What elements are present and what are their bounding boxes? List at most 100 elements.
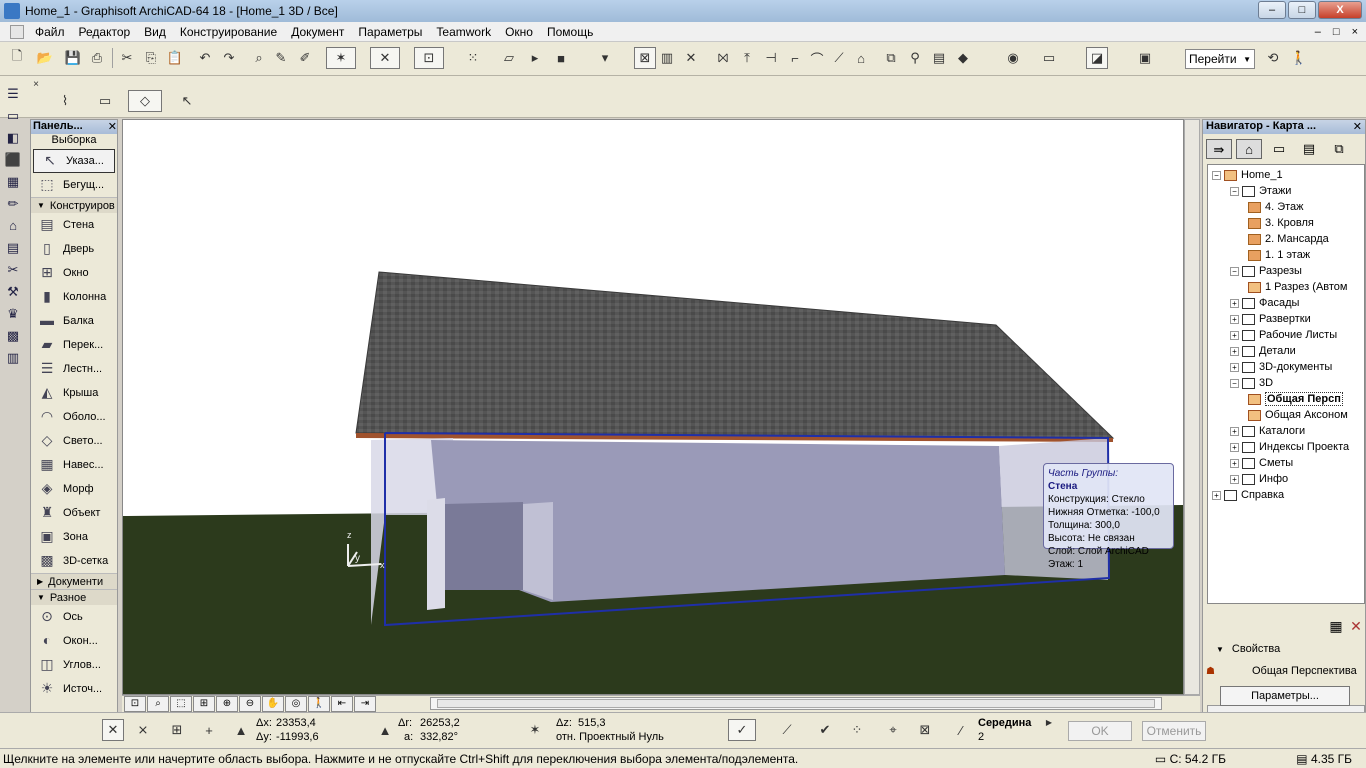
snap-magic-icon[interactable]: ✓ (728, 719, 756, 741)
cursor-snap-icon[interactable]: ⊠ (914, 719, 936, 741)
group-icon[interactable]: ⧉ (880, 47, 902, 69)
grid-display-icon[interactable]: ⁙ (462, 47, 484, 69)
close-palette-icon[interactable]: × (30, 78, 42, 90)
cancel-button[interactable]: Отменить (1142, 721, 1206, 741)
ok-button[interactable]: OK (1068, 721, 1132, 741)
maximize-button[interactable]: □ (1288, 1, 1316, 19)
menu-help[interactable]: Помощь (540, 25, 600, 39)
doc-close-button[interactable]: × (1352, 26, 1358, 38)
expand-toggle-icon[interactable]: + (1230, 330, 1239, 340)
wrench-icon[interactable]: ⚒ (3, 282, 23, 302)
fit-window-icon[interactable]: ⊡ (124, 696, 146, 712)
menu-window[interactable]: Окно (498, 25, 540, 39)
section-marker-icon[interactable]: ▸ (524, 47, 546, 69)
intersection-icon[interactable]: ⌖ (882, 719, 904, 741)
tree-node[interactable]: + Фасады (1230, 295, 1299, 311)
tool-grid-axis[interactable]: ⊙ Ось (31, 605, 117, 629)
snap-points-icon[interactable]: ⁘ (846, 719, 868, 741)
scroll-thumb[interactable] (437, 699, 1155, 708)
active-view-icon[interactable]: ⊠ (634, 47, 656, 69)
gravity-icon[interactable]: ✶ (326, 47, 356, 69)
expand-toggle-icon[interactable]: + (1230, 362, 1239, 372)
slab-display-icon[interactable]: ▱ (498, 47, 520, 69)
palette-icon[interactable]: ♛ (3, 304, 23, 324)
tree-node[interactable]: + Справка (1212, 487, 1284, 503)
rectangle-select-icon[interactable]: ▭ (94, 90, 116, 112)
expand-toggle-icon[interactable]: + (1230, 298, 1239, 308)
navigator-close-icon[interactable]: ✕ (1353, 120, 1362, 134)
expand-toggle-icon[interactable]: + (1230, 426, 1239, 436)
tree-node[interactable]: − Home_1 (1212, 167, 1283, 183)
layout-icon[interactable]: ▭ (1038, 47, 1060, 69)
tree-node[interactable]: 2. Мансарда (1248, 231, 1329, 247)
tree-node[interactable]: + Каталоги (1230, 423, 1305, 439)
tool-morph[interactable]: ◈ Морф (31, 477, 117, 501)
intersect-icon[interactable]: ⊣ (760, 47, 782, 69)
tree-node[interactable]: − 3D (1230, 375, 1273, 391)
tool-window[interactable]: ⊞ Окно (31, 261, 117, 285)
render-icon[interactable]: ◆ (952, 47, 974, 69)
new-file-icon[interactable]: 🗋 (6, 47, 28, 69)
tool-slab[interactable]: ▰ Перек... (31, 333, 117, 357)
tool-door[interactable]: ▯ Дверь (31, 237, 117, 261)
tools-icon[interactable]: ✂ (3, 260, 23, 280)
polygon-select-icon[interactable]: ⌇ (54, 90, 76, 112)
fillet-icon[interactable]: ⌐ (784, 47, 806, 69)
dr-value[interactable]: 26253,2 (420, 717, 460, 729)
next-zoom-icon[interactable]: ⇥ (354, 696, 376, 712)
reference-level[interactable]: отн. Проектный Нуль (556, 731, 664, 743)
project-tree[interactable]: − Home_1− Этажи 4. Этаж 3. Кровля 2. Мансарда… (1207, 164, 1365, 604)
3d-viewport[interactable]: z y x (122, 119, 1184, 695)
stamp-icon[interactable]: ▤ (3, 238, 23, 258)
redo-icon[interactable]: ↷ (218, 47, 240, 69)
cross-icon[interactable]: ✕ (680, 47, 702, 69)
relative-construction-icon[interactable]: ⨯ (132, 719, 154, 741)
tree-node[interactable]: − Разрезы (1230, 263, 1302, 279)
tree-node[interactable]: 4. Этаж (1248, 199, 1304, 215)
menu-options[interactable]: Параметры (351, 25, 429, 39)
expand-toggle-icon[interactable]: + (1230, 474, 1239, 484)
snap-divisions[interactable]: 2 (978, 731, 984, 743)
teamwork-status-icon[interactable]: ◉ (1002, 47, 1024, 69)
cube-icon[interactable]: ⬛ (3, 150, 23, 170)
paste-icon[interactable]: 📋 (164, 47, 186, 69)
zoom-region-icon[interactable]: ⬚ (170, 696, 192, 712)
arrow-select-icon[interactable]: ↖ (176, 90, 198, 112)
layout-book-icon[interactable]: ▤ (1296, 139, 1322, 159)
tree-node[interactable]: 3. Кровля (1248, 215, 1314, 231)
pen-icon[interactable]: ▾ (594, 47, 616, 69)
solid-ops-icon[interactable]: ⚲ (904, 47, 926, 69)
group-construct[interactable]: ▼ Конструиров (31, 197, 117, 213)
undo-icon[interactable]: ↶ (194, 47, 216, 69)
arrow-right-icon[interactable]: ▶ (1042, 715, 1056, 729)
zoom-in-icon[interactable]: ⊕ (216, 696, 238, 712)
dz-value[interactable]: 515,3 (578, 717, 606, 729)
toolbox-close-icon[interactable]: ✕ (108, 120, 117, 134)
tool-column[interactable]: ▮ Колонна (31, 285, 117, 309)
menu-design[interactable]: Конструирование (173, 25, 284, 39)
brick-icon[interactable]: ▩ (3, 326, 23, 346)
expand-toggle-icon[interactable]: − (1212, 170, 1221, 180)
expand-toggle-icon[interactable]: + (1230, 442, 1239, 452)
snap-guides-icon[interactable]: ✕ (370, 47, 400, 69)
expand-toggle-icon[interactable]: − (1230, 266, 1239, 276)
tool-lamp[interactable]: ☀ Источ... (31, 677, 117, 701)
tree-node[interactable]: Общая Персп (1248, 391, 1343, 407)
project-map-icon[interactable]: ⌂ (1236, 139, 1262, 159)
info-box-icon[interactable]: ☰ (3, 84, 23, 104)
tool-zone[interactable]: ▣ Зона (31, 525, 117, 549)
layers-icon[interactable]: ◧ (3, 128, 23, 148)
group-documentation[interactable]: ▶ Документи (31, 573, 117, 589)
tree-node[interactable]: +3D-документы (1230, 359, 1332, 375)
tree-node[interactable]: + Сметы (1230, 455, 1293, 471)
coord-lock-icon[interactable]: ▲ (230, 719, 252, 741)
stretch-icon[interactable]: ⟋ (828, 47, 850, 69)
dy-value[interactable]: -11993,6 (276, 731, 319, 743)
navigator-toggle-icon[interactable]: ⇛ (1206, 139, 1232, 159)
open-folder-icon[interactable]: 📂 (34, 47, 56, 69)
tool-skylight[interactable]: ◇ Свето... (31, 429, 117, 453)
tool-object[interactable]: ♜ Объект (31, 501, 117, 525)
menu-teamwork[interactable]: Teamwork (429, 25, 498, 39)
3d-scene[interactable]: z y x (123, 120, 1184, 695)
column-right[interactable] (523, 502, 553, 600)
